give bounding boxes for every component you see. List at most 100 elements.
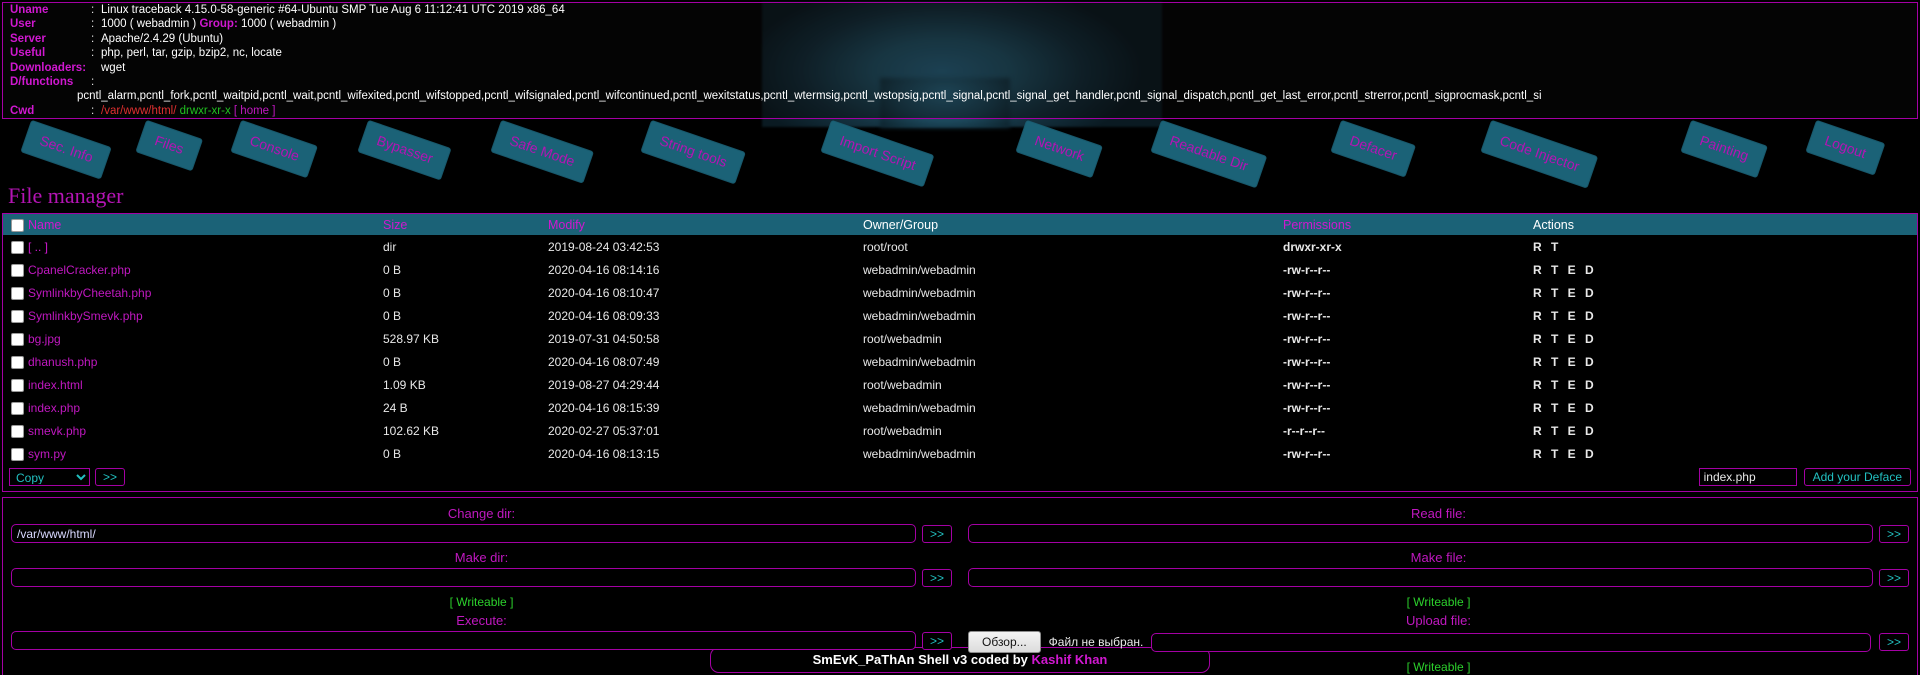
row-select-cell — [3, 396, 28, 419]
cell-actions[interactable]: R T E D — [1533, 258, 1917, 281]
upload-file-submit[interactable]: >> — [1878, 633, 1909, 652]
file-link[interactable]: sym.py — [28, 447, 66, 461]
cell-actions[interactable]: R T — [1533, 235, 1917, 258]
file-link[interactable]: SymlinkbyCheetah.php — [28, 286, 151, 300]
table-row: bg.jpg 528.97 KB 2019-07-31 04:50:58 root/w… — [3, 327, 1917, 350]
bulk-action-group: CopyMoveDeletePasteCompressChmod >> — [9, 468, 126, 487]
selected-file-name: Файл не выбран. — [1048, 635, 1144, 650]
cell-actions[interactable]: R T E D — [1533, 442, 1917, 465]
cell-name: [ .. ] — [28, 235, 383, 258]
file-link[interactable]: smevk.php — [28, 424, 86, 438]
row-checkbox[interactable] — [11, 424, 24, 438]
nav-button-readable-dir[interactable]: Readable Dir — [1151, 121, 1266, 188]
nav-button-bypasser[interactable]: Bypasser — [358, 121, 451, 180]
file-link[interactable]: dhanush.php — [28, 355, 97, 369]
table-row: sym.py 0 B 2020-04-16 08:13:15 webadmin/web… — [3, 442, 1917, 465]
cell-actions[interactable]: R T E D — [1533, 419, 1917, 442]
nav-button-code-injector[interactable]: Code Injector — [1481, 121, 1598, 188]
row-checkbox[interactable] — [11, 309, 24, 323]
read-file-submit[interactable]: >> — [1878, 524, 1909, 543]
file-link[interactable]: bg.jpg — [28, 332, 61, 346]
nav-button-defacer[interactable]: Defacer — [1331, 121, 1415, 177]
file-link[interactable]: index.php — [28, 401, 80, 415]
file-link[interactable]: SymlinkbySmevk.php — [28, 309, 143, 323]
select-all-checkbox[interactable] — [11, 218, 24, 232]
file-link[interactable]: CpanelCracker.php — [28, 263, 131, 277]
group-label: Group: — [199, 18, 238, 31]
change-dir-submit[interactable]: >> — [921, 524, 952, 543]
cell-name: sym.py — [28, 442, 383, 465]
row-checkbox[interactable] — [11, 355, 24, 369]
row-checkbox[interactable] — [11, 378, 24, 392]
cell-permissions: -rw-r--r-- — [1283, 331, 1331, 346]
execute-row: >> — [11, 631, 952, 655]
row-checkbox[interactable] — [11, 447, 24, 461]
column-header-name[interactable]: Name — [28, 214, 383, 235]
row-checkbox[interactable] — [11, 401, 24, 415]
read-file-input[interactable] — [968, 524, 1873, 544]
execute-input[interactable] — [11, 631, 916, 651]
row-select-cell — [3, 258, 28, 281]
cell-actions[interactable]: R T E D — [1533, 281, 1917, 304]
bulk-action-submit[interactable]: >> — [95, 468, 126, 487]
file-manager-footer: CopyMoveDeletePasteCompressChmod >> Add … — [3, 465, 1917, 491]
group-value: 1000 ( webadmin ) — [240, 18, 337, 31]
file-table: Name Size Modify Owner/Group Permissions… — [3, 214, 1917, 465]
cell-size: 528.97 KB — [383, 331, 440, 346]
home-link[interactable]: [ home ] — [234, 105, 276, 117]
cell-modify: 2020-04-16 08:09:33 — [548, 308, 660, 323]
table-row: dhanush.php 0 B 2020-04-16 08:07:49 webadmi… — [3, 350, 1917, 373]
cell-name: dhanush.php — [28, 350, 383, 373]
make-dir-row: >> — [11, 568, 952, 592]
cell-owner-group: root/webadmin — [863, 377, 942, 392]
nav-button-import-script[interactable]: Import Script — [821, 121, 934, 187]
info-colon: : — [91, 18, 95, 31]
nav-button-safe-mode[interactable]: Safe Mode — [491, 121, 593, 183]
row-checkbox[interactable] — [11, 286, 24, 300]
cell-name: CpanelCracker.php — [28, 258, 383, 281]
info-value-downloaders: wget — [101, 61, 126, 74]
info-value-user: 1000 ( webadmin ) Group: 1000 ( webadmin… — [101, 17, 1917, 31]
upload-file-label: Upload file: — [1405, 613, 1472, 629]
row-checkbox[interactable] — [11, 240, 24, 254]
column-header-size[interactable]: Size — [383, 214, 548, 235]
info-colon: : — [91, 104, 95, 117]
nav-button-string-tools[interactable]: String tools — [641, 121, 745, 184]
cell-actions[interactable]: R T E D — [1533, 373, 1917, 396]
cell-actions[interactable]: R T E D — [1533, 304, 1917, 327]
file-link[interactable]: index.html — [28, 378, 83, 392]
make-dir-label: Make dir: — [454, 550, 509, 566]
file-link[interactable]: [ .. ] — [28, 240, 48, 254]
cell-actions[interactable]: R T E D — [1533, 327, 1917, 350]
add-deface-button[interactable]: Add your Deface — [1803, 468, 1911, 487]
table-row: [ .. ] dir 2019-08-24 03:42:53 root/root drw… — [3, 235, 1917, 258]
row-checkbox[interactable] — [11, 332, 24, 346]
column-header-modify[interactable]: Modify — [548, 214, 863, 235]
cell-actions[interactable]: R T E D — [1533, 350, 1917, 373]
nav-button-painting[interactable]: Painting — [1681, 121, 1767, 178]
nav-button-logout[interactable]: Logout — [1806, 121, 1884, 175]
cell-owner-group: root/root — [863, 239, 908, 254]
row-checkbox[interactable] — [11, 263, 24, 277]
info-value-uname: Linux traceback 4.15.0-58-generic #64-Ub… — [101, 4, 565, 16]
cell-owner-group: webadmin/webadmin — [863, 262, 976, 277]
browse-file-button[interactable]: Обзор... — [968, 631, 1041, 654]
nav-button-files[interactable]: Files — [136, 121, 202, 171]
nav-button-network[interactable]: Network — [1016, 121, 1103, 178]
nav-button-sec-info[interactable]: Sec. Info — [21, 121, 111, 179]
deface-filename-input[interactable] — [1698, 468, 1797, 487]
change-dir-input[interactable] — [11, 524, 916, 544]
upload-file-input[interactable] — [1151, 632, 1871, 652]
make-dir-input[interactable] — [11, 568, 916, 588]
execute-submit[interactable]: >> — [921, 631, 952, 650]
make-dir-status: [ Writeable ] — [449, 595, 514, 610]
nav-button-console[interactable]: Console — [231, 121, 318, 178]
make-file-submit[interactable]: >> — [1878, 568, 1909, 587]
make-file-input[interactable] — [968, 568, 1873, 588]
make-dir-submit[interactable]: >> — [921, 568, 952, 587]
change-dir-label: Change dir: — [447, 506, 516, 522]
cell-actions[interactable]: R T E D — [1533, 396, 1917, 419]
system-info-panel: Uname : Linux traceback 4.15.0-58-generi… — [2, 2, 1918, 120]
bulk-action-select[interactable]: CopyMoveDeletePasteCompressChmod — [9, 468, 90, 487]
info-row-dfunctions: D/functions : — [3, 75, 1917, 89]
